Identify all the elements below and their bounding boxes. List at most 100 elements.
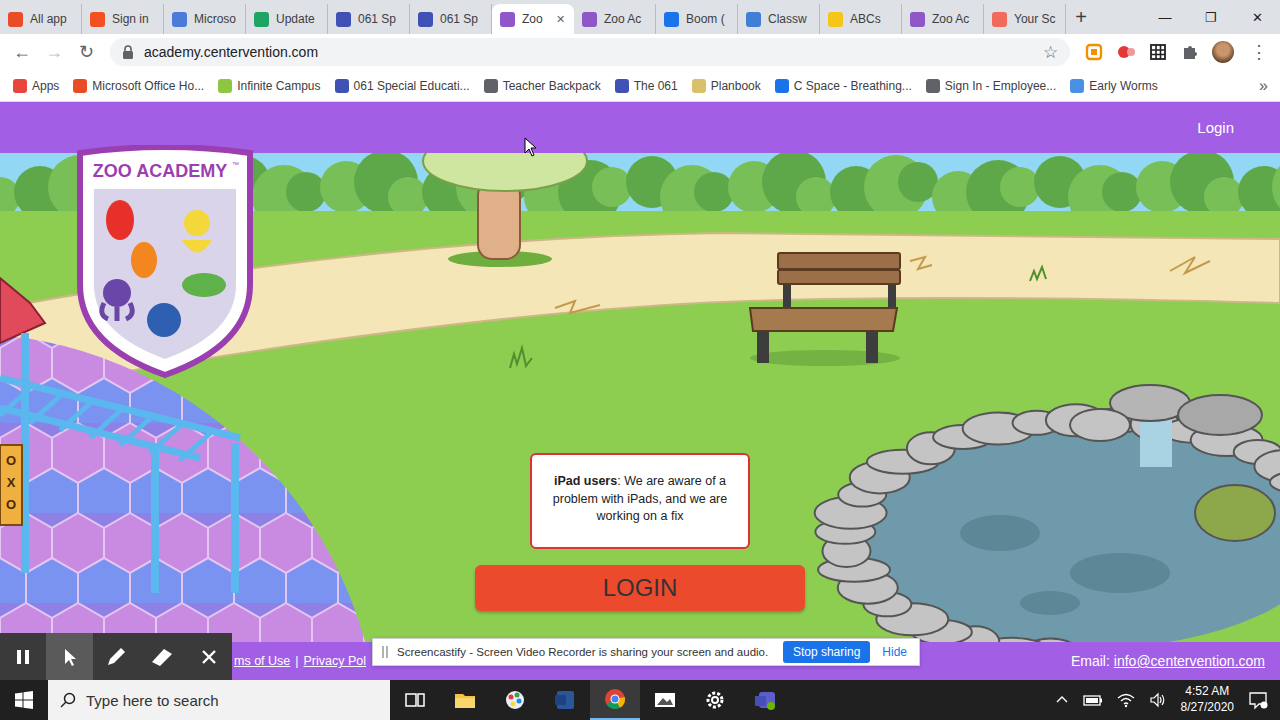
pen-tool-button[interactable] xyxy=(93,633,139,680)
email-link[interactable]: info@centervention.com xyxy=(1114,653,1265,669)
bookmark-favicon-icon xyxy=(926,79,940,93)
bookmark[interactable]: Microsoft Office Ho... xyxy=(68,79,209,93)
grid-extension-icon[interactable] xyxy=(1148,42,1168,62)
taskbar-search[interactable]: Type here to search xyxy=(48,680,390,720)
eraser-icon xyxy=(150,646,174,668)
chrome-taskbar-button[interactable] xyxy=(590,680,640,720)
browser-tab[interactable]: ABCs xyxy=(820,4,902,34)
bookmark-favicon-icon xyxy=(218,79,232,93)
bookmark[interactable]: Early Worms xyxy=(1065,79,1162,93)
tab-close-button[interactable]: ✕ xyxy=(556,13,565,26)
extensions: ⋮ xyxy=(1074,41,1272,63)
tab-label: 061 Sp xyxy=(440,12,483,26)
nav-button[interactable]: ← xyxy=(8,42,36,63)
bookmark[interactable]: The 061 xyxy=(610,79,683,93)
bookmark[interactable]: Infinite Campus xyxy=(213,79,325,93)
bookmark[interactable]: Sign In - Employee... xyxy=(921,79,1061,93)
zoo-academy-logo: ZOO ACADEMY™ xyxy=(72,145,258,380)
puzzle-icon[interactable] xyxy=(1180,42,1200,62)
favicon-icon xyxy=(254,12,269,27)
browser-tab[interactable]: All app xyxy=(0,4,82,34)
pen-icon xyxy=(105,646,127,668)
bookmark-star-button[interactable]: ☆ xyxy=(1043,42,1058,63)
explorer-taskbar-button[interactable] xyxy=(440,680,490,720)
profile-avatar[interactable] xyxy=(1212,41,1234,63)
clock[interactable]: 4:52 AM8/27/2020 xyxy=(1181,684,1234,715)
browser-menu-button[interactable]: ⋮ xyxy=(1246,41,1272,63)
search-icon xyxy=(60,692,76,708)
footer-link[interactable]: Privacy Pol xyxy=(304,654,367,668)
url-text: academy.centervention.com xyxy=(144,44,318,60)
bookmarks-more-button[interactable]: » xyxy=(1253,77,1274,95)
eraser-tool-button[interactable] xyxy=(139,633,185,680)
show-hidden-icons-icon[interactable] xyxy=(1055,693,1069,707)
windows-logo-icon xyxy=(15,691,33,709)
bookmark[interactable]: Apps xyxy=(8,79,64,93)
teams-icon xyxy=(753,688,777,712)
bookmark[interactable]: 061 Special Educati... xyxy=(330,79,475,93)
wifi-icon[interactable] xyxy=(1117,692,1135,708)
start-button[interactable] xyxy=(0,680,48,720)
teams-taskbar-button[interactable] xyxy=(740,680,790,720)
pointer-tool-button[interactable] xyxy=(46,633,92,680)
stop-sharing-button[interactable]: Stop sharing xyxy=(783,641,870,663)
favicon-icon xyxy=(336,12,351,27)
settings-taskbar-button[interactable] xyxy=(690,680,740,720)
battery-icon[interactable] xyxy=(1083,693,1103,707)
drag-handle-icon[interactable] xyxy=(381,645,389,659)
browser-tab[interactable]: Zoo✕ xyxy=(492,4,574,34)
bookmark[interactable]: C Space - Breathing... xyxy=(770,79,917,93)
browser-tab[interactable]: Microso xyxy=(164,4,246,34)
tab-label: ABCs xyxy=(850,12,893,26)
bookmark[interactable]: Planbook xyxy=(687,79,766,93)
paint-icon xyxy=(503,688,527,712)
bookmark[interactable]: Teacher Backpack xyxy=(479,79,606,93)
browser-tab[interactable]: Sign in xyxy=(82,4,164,34)
screencastify-toolbar xyxy=(0,633,232,680)
browser-tab[interactable]: Boom ( xyxy=(656,4,738,34)
pause-icon xyxy=(13,647,33,667)
browser-tab[interactable]: Classw xyxy=(738,4,820,34)
browser-tab[interactable]: Your Sc xyxy=(984,4,1066,34)
paint-taskbar-button[interactable] xyxy=(490,680,540,720)
recorder-extension-icon[interactable] xyxy=(1116,42,1136,62)
footer-link[interactable]: ms of Use xyxy=(234,654,290,668)
browser-tab[interactable]: Update xyxy=(246,4,328,34)
tab-label: 061 Sp xyxy=(358,12,401,26)
tab-label: Boom ( xyxy=(686,12,729,26)
favicon-icon xyxy=(8,12,23,27)
taskbar: Type here to search 4:52 AM8/27/2020 xyxy=(0,680,1280,720)
window-control-button[interactable]: ❐ xyxy=(1188,0,1234,34)
taskview-taskbar-button[interactable] xyxy=(390,680,440,720)
photos-taskbar-button[interactable] xyxy=(640,680,690,720)
screen: All app Sign in MicrosoUpdate 061 Sp 061 Sp Z… xyxy=(0,0,1280,720)
tab-label: Sign in xyxy=(112,12,155,26)
browser-tab[interactable]: 061 Sp xyxy=(410,4,492,34)
nav-button[interactable]: → xyxy=(40,42,68,63)
nav-button[interactable]: ↻ xyxy=(72,41,100,63)
bookmark-favicon-icon xyxy=(13,79,27,93)
window-control-button[interactable]: — xyxy=(1142,0,1188,34)
browser-tab[interactable]: Zoo Ac xyxy=(902,4,984,34)
taskview-icon xyxy=(403,688,427,712)
photos-icon xyxy=(653,688,677,712)
new-tab-button[interactable]: + xyxy=(1066,0,1096,34)
notifications-icon[interactable] xyxy=(1248,690,1268,710)
login-button[interactable]: LOGIN xyxy=(475,565,805,611)
address-toolbar: ←→↻ academy.centervention.com ☆ ⋮ xyxy=(0,34,1280,70)
browser-tab[interactable]: 061 Sp xyxy=(328,4,410,34)
bookmark-favicon-icon xyxy=(775,79,789,93)
volume-icon[interactable] xyxy=(1149,692,1167,708)
ipad-notice: iPad users: We are aware of a problem wi… xyxy=(530,453,750,549)
word-taskbar-button[interactable] xyxy=(540,680,590,720)
header-login-link[interactable]: Login xyxy=(1197,119,1234,136)
hide-button[interactable]: Hide xyxy=(878,645,911,659)
favicon-icon xyxy=(500,12,515,27)
favicon-icon xyxy=(582,12,597,27)
browser-tab[interactable]: Zoo Ac xyxy=(574,4,656,34)
window-control-button[interactable]: ✕ xyxy=(1234,0,1280,34)
address-bar[interactable]: academy.centervention.com ☆ xyxy=(110,38,1070,66)
pause-tool-button[interactable] xyxy=(0,633,46,680)
close-tool-button[interactable] xyxy=(186,633,232,680)
extension-shield-icon[interactable] xyxy=(1084,42,1104,62)
